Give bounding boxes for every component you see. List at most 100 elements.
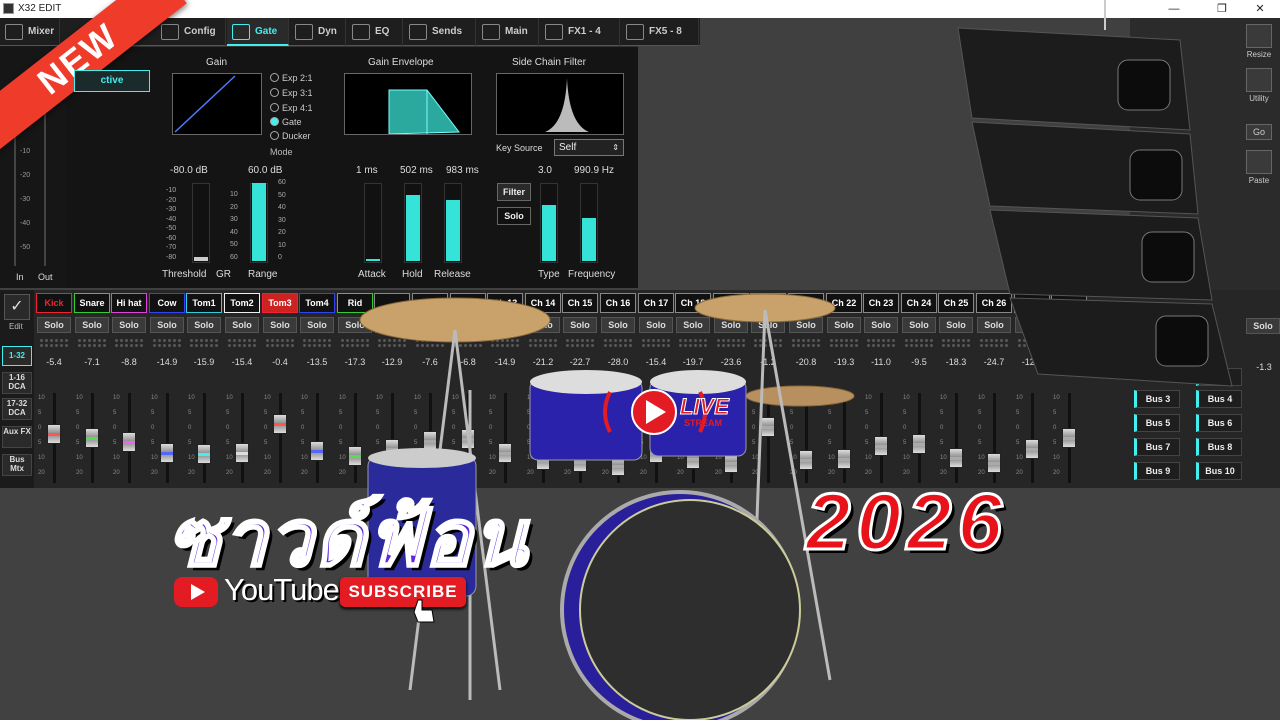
attack-slider[interactable] — [364, 183, 382, 263]
fader-knob[interactable] — [235, 443, 249, 463]
tab-mixer[interactable]: Mixer — [0, 18, 60, 46]
fader-knob[interactable] — [47, 424, 61, 444]
fader-scale-tick: 10 — [1053, 455, 1060, 461]
fader-scale-tick: 0 — [113, 425, 117, 431]
fader-knob[interactable] — [122, 432, 136, 452]
channel-fader[interactable]: 105051020 — [151, 393, 183, 483]
gate-panel: Gain Exp 2:1 Exp 3:1 Exp 4:1 Gate Ducker… — [66, 46, 638, 288]
fader-knob[interactable] — [987, 453, 1001, 473]
channel-fader[interactable]: 105051020 — [188, 393, 220, 483]
hand-cursor-icon — [413, 599, 435, 623]
tab-config[interactable]: Config — [156, 18, 226, 46]
meter-tick: -20 — [20, 172, 31, 179]
fader-scale-tick: 20 — [113, 470, 120, 476]
bus-button[interactable]: Bus 9 — [1134, 462, 1180, 480]
sidechain-title: Side Chain Filter — [512, 57, 586, 68]
release-slider[interactable] — [444, 183, 462, 263]
fader-track — [316, 393, 319, 483]
fader-scale-tick: 0 — [940, 425, 944, 431]
channel-name[interactable]: Hi hat — [111, 293, 147, 313]
channel-name[interactable]: Tom3 — [262, 293, 298, 313]
channel-name[interactable]: Snare — [74, 293, 110, 313]
fader-scale-tick: 5 — [301, 440, 305, 446]
channel-solo-button[interactable]: Solo — [112, 317, 146, 333]
fader-scale-tick: 20 — [1053, 470, 1060, 476]
fader-scale-tick: 5 — [151, 410, 155, 416]
mode-exp-4-1[interactable]: Exp 4:1 — [270, 103, 313, 113]
channel-fader-value: -8.8 — [121, 357, 137, 367]
threshold-slider[interactable] — [192, 183, 210, 263]
tab-main[interactable]: Main — [477, 18, 539, 46]
channel-fader[interactable]: 105051020 — [113, 393, 145, 483]
tab-dyn[interactable]: Dyn — [290, 18, 346, 46]
mode-gate[interactable]: Gate — [270, 117, 302, 127]
hold-slider[interactable] — [404, 183, 422, 263]
channel-solo-button[interactable]: Solo — [37, 317, 71, 333]
bank-1-16-dca[interactable]: 1-16 DCA — [2, 372, 32, 394]
channel-fader-value: -14.9 — [156, 357, 178, 367]
gain-title: Gain — [206, 57, 228, 68]
mode-exp-3-1[interactable]: Exp 3:1 — [270, 88, 313, 98]
type-slider[interactable] — [540, 183, 558, 263]
fader-knob-mark — [198, 453, 210, 456]
tab-gate[interactable]: Gate — [227, 18, 289, 46]
line-array-speaker-image — [957, 0, 1233, 387]
tab-fx1-4[interactable]: FX1 - 4 — [540, 18, 620, 46]
bus-button[interactable]: Bus 5 — [1134, 414, 1180, 432]
channel-solo-button[interactable]: Solo — [263, 317, 297, 333]
fader-knob-mark — [950, 457, 962, 460]
channel-name[interactable]: Kick — [36, 293, 72, 313]
channel-name[interactable]: Tom2 — [224, 293, 260, 313]
bus-button[interactable]: Bus 10 — [1196, 462, 1242, 480]
fader-knob[interactable] — [273, 414, 287, 434]
channel-fader[interactable]: 105051020 — [226, 393, 258, 483]
mode-exp-2-1[interactable]: Exp 2:1 — [270, 73, 313, 83]
fader-scale-tick: 5 — [76, 440, 80, 446]
fader-knob[interactable] — [1025, 439, 1039, 459]
channel-fader[interactable]: 105051020 — [76, 393, 108, 483]
bank-17-32-dca[interactable]: 17-32 DCA — [2, 398, 32, 420]
channel-solo-button[interactable]: Solo — [225, 317, 259, 333]
channel-solo-button[interactable]: Solo — [75, 317, 109, 333]
fader-knob[interactable] — [85, 428, 99, 448]
check-icon[interactable]: ✓ — [4, 294, 30, 320]
bank-bus-mtx[interactable]: Bus Mtx — [2, 454, 32, 476]
channel-solo-button[interactable]: Solo — [187, 317, 221, 333]
meter-tick: -40 — [20, 220, 31, 227]
channel-strip: Tom1 Solo -15.9 10 5 0 5 10 20 — [186, 293, 222, 483]
channel-fader[interactable]: 105051020 — [38, 393, 70, 483]
tab-eq[interactable]: EQ — [347, 18, 403, 46]
solo-button[interactable]: Solo — [497, 207, 531, 225]
channel-name[interactable]: Tom1 — [186, 293, 222, 313]
fader-knob[interactable] — [160, 443, 174, 463]
fader-knob[interactable] — [1062, 428, 1076, 448]
bank-aux-fx[interactable]: Aux FX — [2, 426, 32, 448]
threshold-label: Threshold — [162, 269, 207, 280]
fader-scale-tick: 0 — [38, 425, 42, 431]
bus-button[interactable]: Bus 8 — [1196, 438, 1242, 456]
fader-knob-mark — [236, 452, 248, 455]
range-slider[interactable] — [250, 183, 268, 263]
key-source-select[interactable]: Self ⇕ — [554, 139, 624, 156]
release-fill — [446, 200, 460, 261]
bank-1-32[interactable]: 1-32 — [2, 346, 32, 366]
key-source-label: Key Source — [496, 143, 543, 153]
channel-solo-button[interactable]: Solo — [150, 317, 184, 333]
channel-name[interactable]: Cow bell — [149, 293, 185, 326]
channel-fader[interactable]: 105051020 — [264, 393, 296, 483]
tab-fx5-8[interactable]: FX5 - 8 — [621, 18, 699, 46]
mode-ducker[interactable]: Ducker — [270, 131, 311, 141]
fader-scale-tick: 10 — [1016, 455, 1023, 461]
fader-track — [279, 393, 282, 483]
bus-button[interactable]: Bus 6 — [1196, 414, 1242, 432]
fader-knob[interactable] — [949, 448, 963, 468]
subscribe-button[interactable]: SUBSCRIBE — [340, 577, 466, 607]
fader-scale-tick: 0 — [1053, 425, 1057, 431]
frequency-slider[interactable] — [580, 183, 598, 263]
tab-sends[interactable]: Sends — [404, 18, 476, 46]
fader-scale-tick: 10 — [188, 455, 195, 461]
filter-button[interactable]: Filter — [497, 183, 531, 201]
bus-button[interactable]: Bus 7 — [1134, 438, 1180, 456]
fader-knob[interactable] — [197, 444, 211, 464]
active-button[interactable]: ctive — [74, 70, 150, 92]
